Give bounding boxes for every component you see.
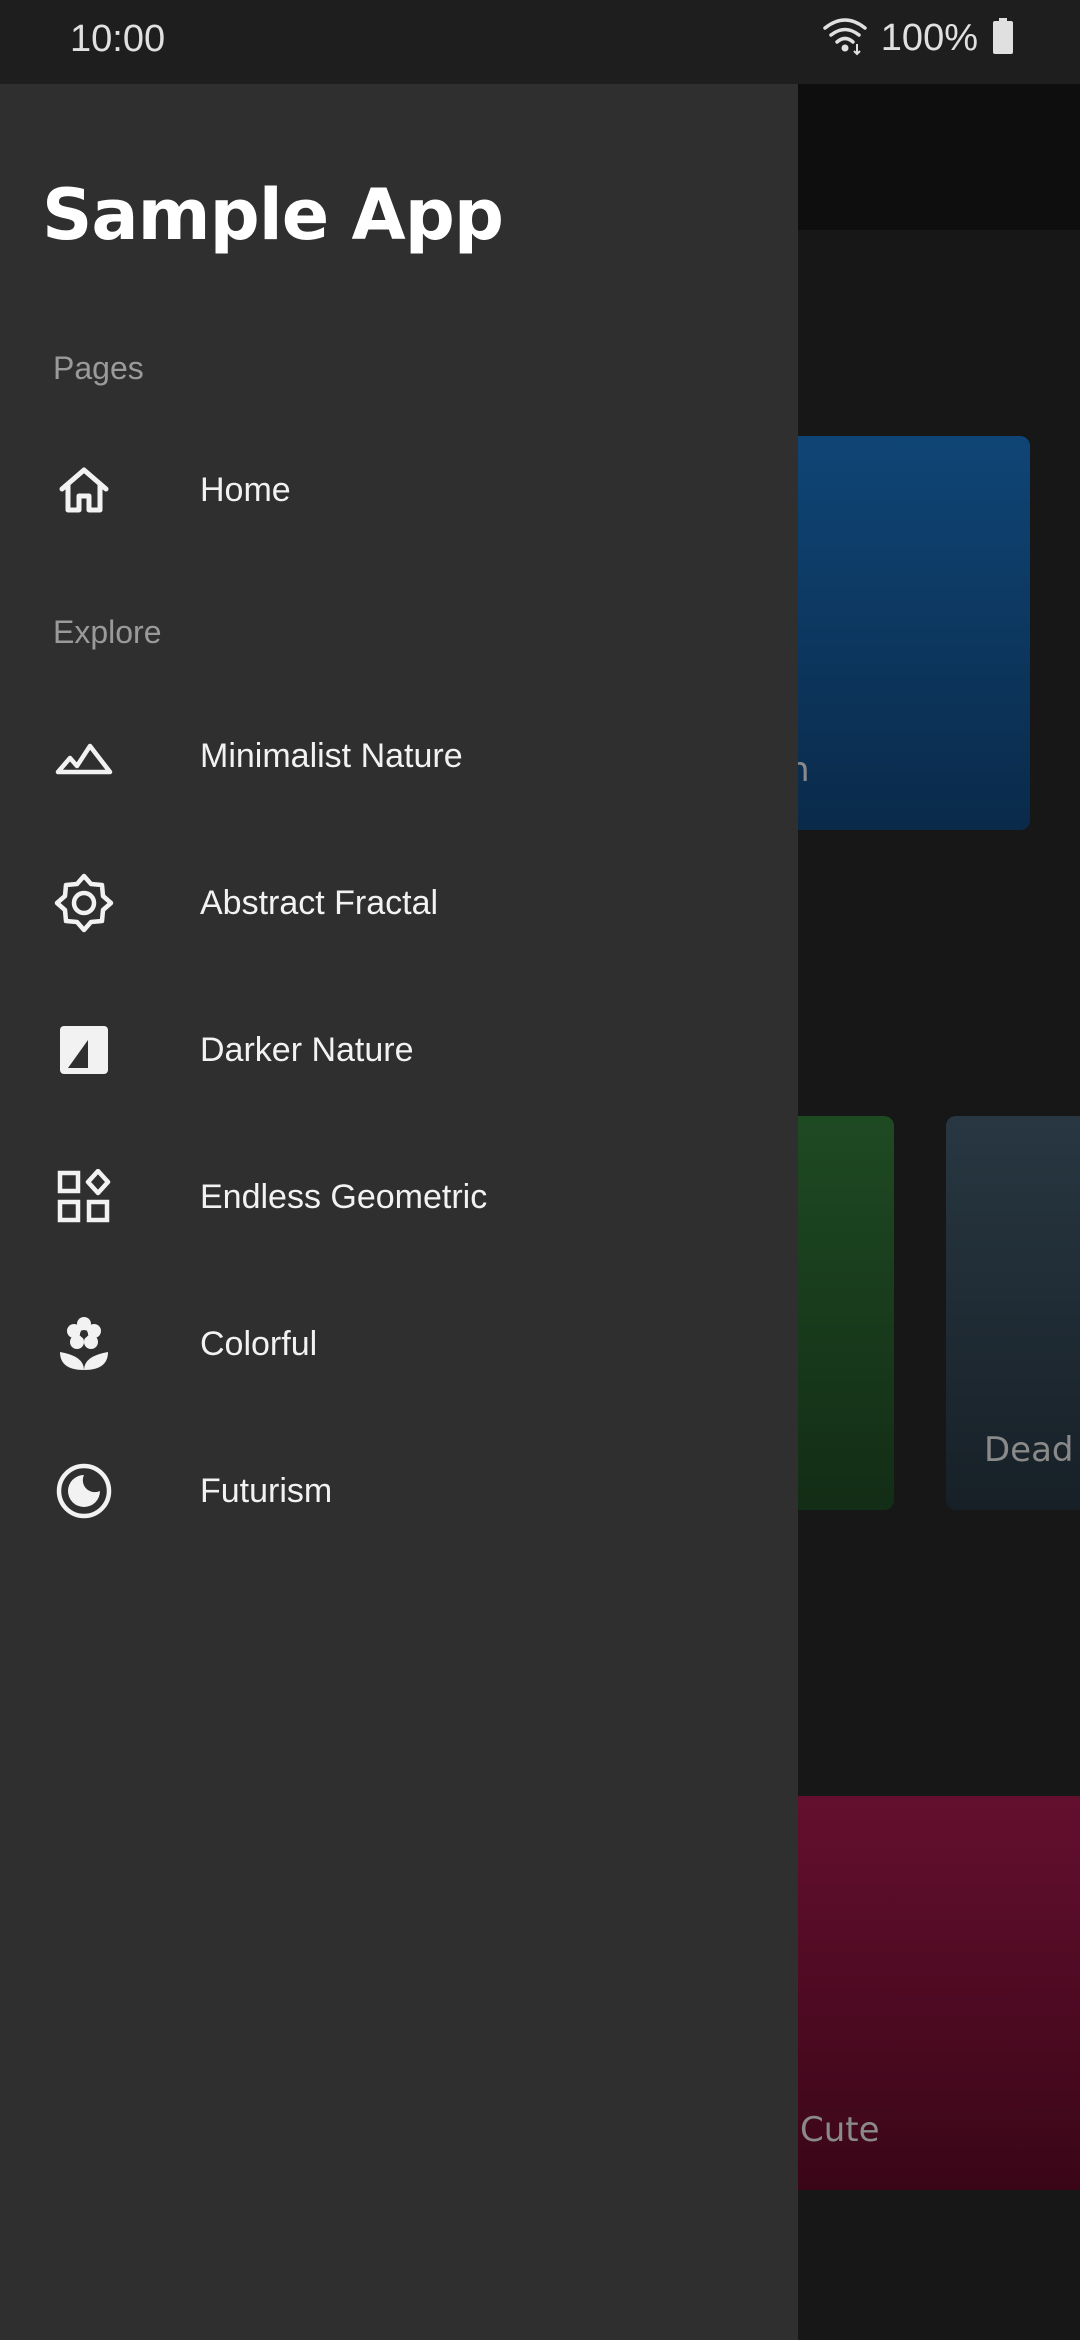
nav-item-label: Endless Geometric bbox=[200, 1177, 488, 1216]
section-label-pages: Pages bbox=[53, 350, 144, 386]
flower-icon bbox=[54, 1314, 114, 1374]
nav-item-minimalist-nature[interactable]: Minimalist Nature bbox=[0, 696, 798, 816]
background-card-label: Dead I bbox=[984, 1430, 1080, 1470]
status-time: 10:00 bbox=[70, 18, 166, 60]
nav-item-futurism[interactable]: Futurism bbox=[0, 1431, 798, 1551]
drawer-title: Sample App bbox=[42, 174, 504, 256]
moon-circle-icon bbox=[54, 1461, 114, 1521]
background-card[interactable]: n bbox=[760, 436, 1030, 830]
nav-item-label: Abstract Fractal bbox=[200, 883, 439, 922]
shapes-icon bbox=[54, 1167, 114, 1227]
battery-percent: 100% bbox=[880, 16, 978, 59]
background-card[interactable]: Dead I bbox=[946, 1116, 1080, 1510]
wifi-icon bbox=[823, 16, 867, 60]
nav-item-colorful[interactable]: Colorful bbox=[0, 1284, 798, 1404]
battery-icon bbox=[992, 18, 1014, 58]
status-indicators: 100% bbox=[823, 16, 1014, 60]
nav-item-label: Minimalist Nature bbox=[200, 736, 463, 775]
navigation-drawer: Sample App Pages Home Explore Minimalist… bbox=[0, 84, 798, 2340]
nav-item-label: Darker Nature bbox=[200, 1030, 414, 1069]
nav-item-label: Home bbox=[200, 470, 291, 509]
nav-item-label: Colorful bbox=[200, 1324, 318, 1363]
mountain-icon bbox=[54, 726, 114, 786]
image-icon bbox=[54, 1020, 114, 1080]
nav-item-label: Futurism bbox=[200, 1471, 333, 1510]
background-card-label: Cute bbox=[800, 2110, 880, 2150]
gear-sun-icon bbox=[54, 873, 114, 933]
nav-item-home[interactable]: Home bbox=[0, 430, 798, 550]
home-icon bbox=[54, 460, 114, 520]
nav-item-darker-nature[interactable]: Darker Nature bbox=[0, 990, 798, 1110]
nav-item-endless-geometric[interactable]: Endless Geometric bbox=[0, 1137, 798, 1257]
background-card[interactable]: Cute bbox=[760, 1796, 1080, 2190]
nav-item-abstract-fractal[interactable]: Abstract Fractal bbox=[0, 843, 798, 963]
status-bar: 10:00 100% bbox=[0, 0, 1080, 84]
section-label-explore: Explore bbox=[53, 614, 162, 650]
